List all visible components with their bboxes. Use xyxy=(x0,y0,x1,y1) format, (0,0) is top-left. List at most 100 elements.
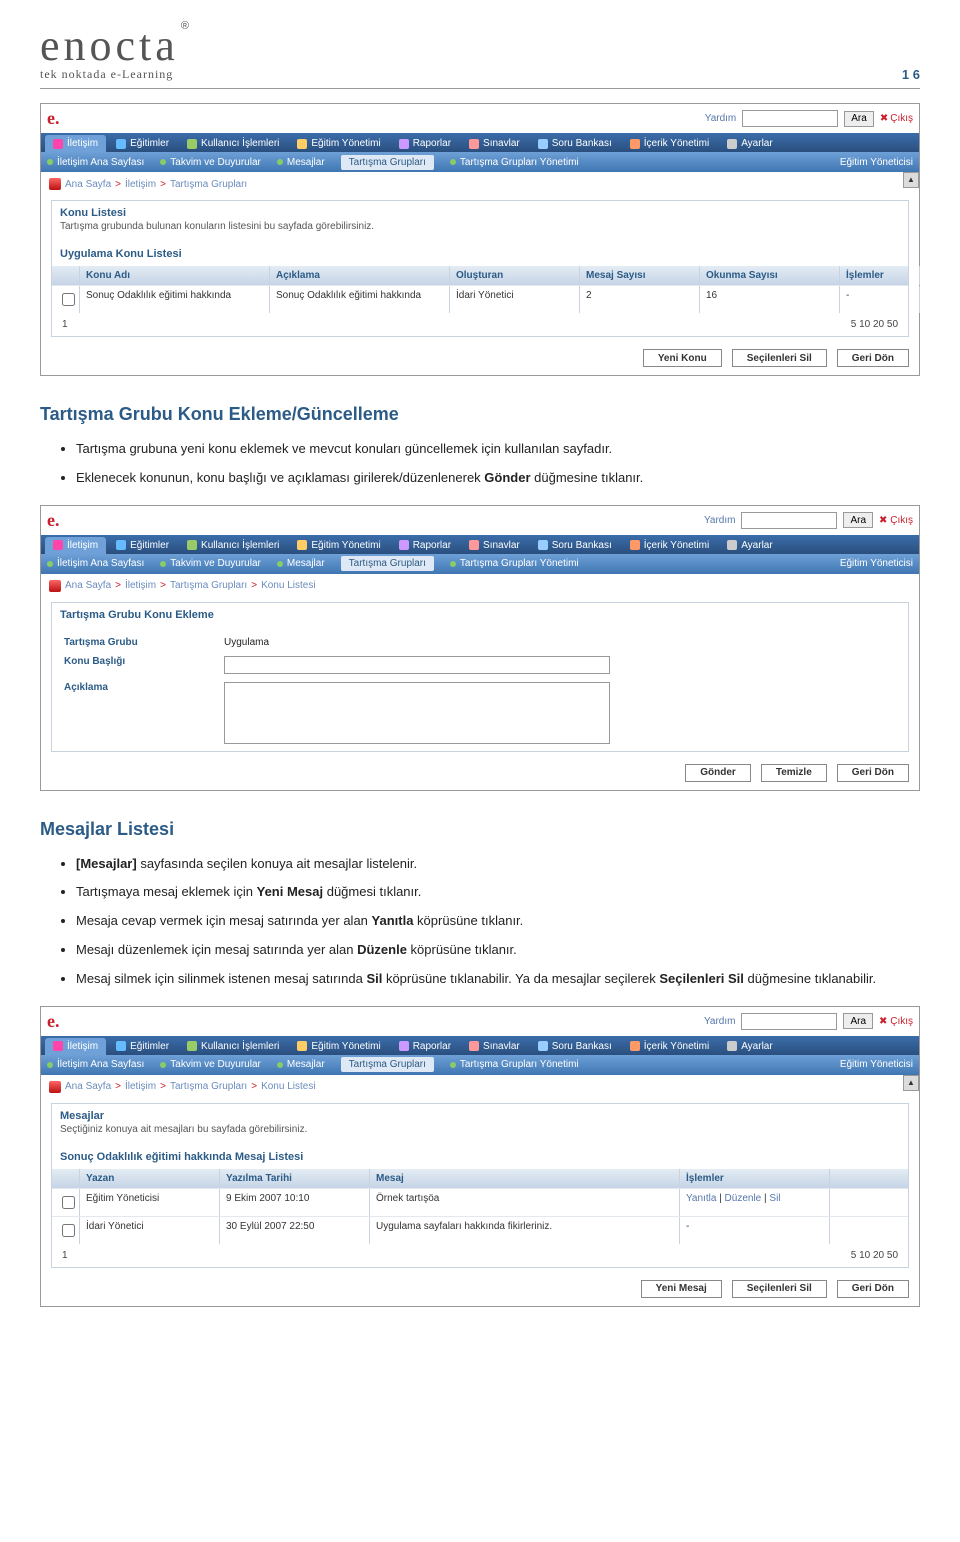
tab-iletisim[interactable]: İletişim xyxy=(45,135,106,152)
subtab-mesajlar[interactable]: Mesajlar xyxy=(277,558,325,569)
row-checkbox[interactable] xyxy=(62,293,75,306)
crumb-item[interactable]: Konu Listesi xyxy=(261,580,315,591)
subtab-ana[interactable]: İletişim Ana Sayfası xyxy=(47,1059,144,1070)
duzenle-link[interactable]: Düzenle xyxy=(725,1193,762,1204)
help-link[interactable]: Yardım xyxy=(705,113,737,124)
row-checkbox[interactable] xyxy=(62,1196,75,1209)
tab-ayarlar[interactable]: Ayarlar xyxy=(719,1038,781,1055)
tab-kullanici[interactable]: Kullanıcı İşlemleri xyxy=(179,1038,287,1055)
subtab-mesajlar[interactable]: Mesajlar xyxy=(277,1059,325,1070)
help-link[interactable]: Yardım xyxy=(704,1016,736,1027)
subtab-tg-yonetimi[interactable]: Tartışma Grupları Yönetimi xyxy=(450,1059,579,1070)
col-mesaj-sayisi[interactable]: Mesaj Sayısı xyxy=(580,266,700,285)
col-konu-adi[interactable]: Konu Adı xyxy=(80,266,270,285)
subtab-takvim[interactable]: Takvim ve Duyurular xyxy=(160,558,261,569)
search-button[interactable]: Ara xyxy=(843,512,873,528)
search-input[interactable] xyxy=(741,1013,837,1030)
tab-egitim-yonetimi[interactable]: Eğitim Yönetimi xyxy=(289,1038,388,1055)
list-item: [Mesajlar] sayfasında seçilen konuya ait… xyxy=(76,854,920,875)
cell-konu-adi[interactable]: Sonuç Odaklılık eğitimi hakkında xyxy=(80,286,270,313)
scroll-up-icon[interactable]: ▲ xyxy=(903,1075,919,1091)
app-logo: e. xyxy=(47,108,60,129)
row-checkbox[interactable] xyxy=(62,1224,75,1237)
yanitla-link[interactable]: Yanıtla xyxy=(686,1193,716,1204)
tab-soru-bankasi[interactable]: Soru Bankası xyxy=(530,537,620,554)
subtab-takvim[interactable]: Takvim ve Duyurular xyxy=(160,1059,261,1070)
tab-icerik-yonetimi[interactable]: İçerik Yönetimi xyxy=(622,1038,717,1055)
secilenleri-sil-button[interactable]: Seçilenleri Sil xyxy=(732,349,827,367)
yeni-mesaj-button[interactable]: Yeni Mesaj xyxy=(641,1280,722,1298)
textarea-aciklama[interactable] xyxy=(224,682,610,744)
col-islemler[interactable]: İşlemler xyxy=(840,266,920,285)
col-okunma-sayisi[interactable]: Okunma Sayısı xyxy=(700,266,840,285)
page-sizes[interactable]: 5 10 20 50 xyxy=(851,319,898,330)
subtab-takvim[interactable]: Takvim ve Duyurular xyxy=(160,157,261,168)
col-tarih[interactable]: Yazılma Tarihi xyxy=(220,1169,370,1188)
tab-kullanici[interactable]: Kullanıcı İşlemleri xyxy=(179,537,287,554)
crumb-item[interactable]: Ana Sayfa xyxy=(65,580,111,591)
page-sizes[interactable]: 5 10 20 50 xyxy=(851,1250,898,1261)
tab-egitim-yonetimi[interactable]: Eğitim Yönetimi xyxy=(289,135,388,152)
search-input[interactable] xyxy=(742,110,838,127)
exit-link[interactable]: ✖Çıkış xyxy=(880,113,913,124)
tab-icerik-yonetimi[interactable]: İçerik Yönetimi xyxy=(622,135,717,152)
subtab-ana[interactable]: İletişim Ana Sayfası xyxy=(47,558,144,569)
col-yazan[interactable]: Yazan xyxy=(80,1169,220,1188)
search-button[interactable]: Ara xyxy=(843,1013,873,1029)
crumb-item[interactable]: Tartışma Grupları xyxy=(170,179,247,190)
col-olusturan[interactable]: Oluşturan xyxy=(450,266,580,285)
tab-egitimler[interactable]: Eğitimler xyxy=(108,1038,177,1055)
tab-ayarlar[interactable]: Ayarlar xyxy=(719,135,781,152)
subtab-tg-yonetimi[interactable]: Tartışma Grupları Yönetimi xyxy=(450,558,579,569)
tab-sinavlar[interactable]: Sınavlar xyxy=(461,135,528,152)
help-link[interactable]: Yardım xyxy=(704,515,736,526)
crumb-item[interactable]: Ana Sayfa xyxy=(65,1081,111,1092)
col-mesaj[interactable]: Mesaj xyxy=(370,1169,680,1188)
tab-egitimler[interactable]: Eğitimler xyxy=(108,135,177,152)
subtab-tartisma-gruplari[interactable]: Tartışma Grupları xyxy=(341,556,434,571)
col-aciklama[interactable]: Açıklama xyxy=(270,266,450,285)
brand-mark: ® xyxy=(181,20,189,32)
tab-kullanici[interactable]: Kullanıcı İşlemleri xyxy=(179,135,287,152)
tab-ayarlar[interactable]: Ayarlar xyxy=(719,537,781,554)
gonder-button[interactable]: Gönder xyxy=(685,764,751,782)
tab-egitim-yonetimi[interactable]: Eğitim Yönetimi xyxy=(289,537,388,554)
tab-soru-bankasi[interactable]: Soru Bankası xyxy=(530,135,620,152)
crumb-item[interactable]: Konu Listesi xyxy=(261,1081,315,1092)
geri-don-button[interactable]: Geri Dön xyxy=(837,764,909,782)
tab-soru-bankasi[interactable]: Soru Bankası xyxy=(530,1038,620,1055)
secilenleri-sil-button[interactable]: Seçilenleri Sil xyxy=(732,1280,827,1298)
input-konu-basligi[interactable] xyxy=(224,656,610,674)
subtab-tg-yonetimi[interactable]: Tartışma Grupları Yönetimi xyxy=(450,157,579,168)
tab-raporlar[interactable]: Raporlar xyxy=(391,1038,459,1055)
tab-iletisim[interactable]: İletişim xyxy=(45,1038,106,1055)
crumb-item[interactable]: İletişim xyxy=(125,179,156,190)
tab-icerik-yonetimi[interactable]: İçerik Yönetimi xyxy=(622,537,717,554)
exit-link[interactable]: ✖ Çıkış xyxy=(879,1016,913,1027)
subtab-tartisma-gruplari[interactable]: Tartışma Grupları xyxy=(341,155,434,170)
exit-link[interactable]: ✖ Çıkış xyxy=(879,515,913,526)
sil-link[interactable]: Sil xyxy=(769,1193,780,1204)
crumb-item[interactable]: Ana Sayfa xyxy=(65,179,111,190)
tab-raporlar[interactable]: Raporlar xyxy=(391,537,459,554)
tab-sinavlar[interactable]: Sınavlar xyxy=(461,537,528,554)
tab-iletisim[interactable]: İletişim xyxy=(45,537,106,554)
search-input[interactable] xyxy=(741,512,837,529)
tab-egitimler[interactable]: Eğitimler xyxy=(108,537,177,554)
scroll-up-icon[interactable]: ▲ xyxy=(903,172,919,188)
tab-raporlar[interactable]: Raporlar xyxy=(391,135,459,152)
yeni-konu-button[interactable]: Yeni Konu xyxy=(643,349,722,367)
subtab-ana[interactable]: İletişim Ana Sayfası xyxy=(47,157,144,168)
crumb-item[interactable]: Tartışma Grupları xyxy=(170,1081,247,1092)
tab-sinavlar[interactable]: Sınavlar xyxy=(461,1038,528,1055)
crumb-item[interactable]: İletişim xyxy=(125,580,156,591)
search-button[interactable]: Ara xyxy=(844,111,874,127)
crumb-item[interactable]: Tartışma Grupları xyxy=(170,580,247,591)
subtab-mesajlar[interactable]: Mesajlar xyxy=(277,157,325,168)
geri-don-button[interactable]: Geri Dön xyxy=(837,349,909,367)
temizle-button[interactable]: Temizle xyxy=(761,764,827,782)
col-islemler[interactable]: İşlemler xyxy=(680,1169,830,1188)
crumb-item[interactable]: İletişim xyxy=(125,1081,156,1092)
subtab-tartisma-gruplari[interactable]: Tartışma Grupları xyxy=(341,1057,434,1072)
geri-don-button[interactable]: Geri Dön xyxy=(837,1280,909,1298)
